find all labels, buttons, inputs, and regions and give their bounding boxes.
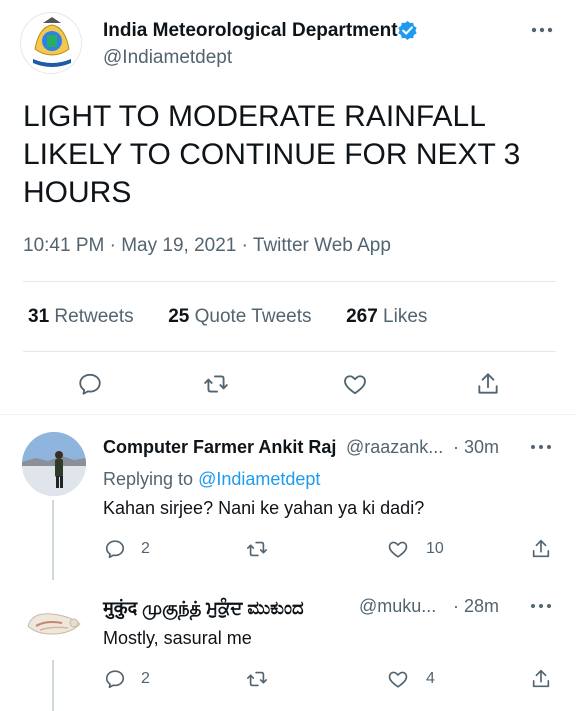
reply-author-name[interactable]: Computer Farmer Ankit Raj [103,437,336,458]
more-icon[interactable] [528,596,554,616]
like-icon[interactable] [387,538,409,560]
tweet-meta: 10:41 PM · May 19, 2021 · Twitter Web Ap… [23,235,391,257]
retweet-icon[interactable] [246,538,268,560]
more-icon[interactable] [528,437,554,457]
retweets-stat[interactable]: 31 Retweets [28,306,134,327]
replying-to-handle[interactable]: @Indiametdept [198,469,320,489]
tweet-text: LIGHT TO MODERATE RAINFALL LIKELY TO CON… [23,100,521,209]
like-count: 10 [426,540,444,557]
reply-avatar[interactable] [22,592,86,656]
like-icon[interactable] [387,668,409,690]
reply-avatar[interactable] [22,432,86,496]
author-avatar[interactable] [20,12,82,74]
like-icon[interactable] [342,371,368,397]
retweet-icon[interactable] [203,371,229,397]
reply-icon[interactable] [104,668,126,690]
meta-separator: · [109,235,116,256]
reply-time[interactable]: · 28m [453,596,499,617]
share-icon[interactable] [475,371,501,397]
reply-icon[interactable] [77,371,103,397]
share-icon[interactable] [530,668,552,690]
reply-author-handle[interactable]: @raazank... [346,437,443,458]
reply-author-name[interactable]: मुकुंद முகுந்த் ਮੁਕੁੰਦ ಮುಕುಂದ [103,596,304,621]
reply-text: Kahan sirjee? Nani ke yahan ya ki dadi? [103,498,425,518]
divider [0,414,576,415]
quote-tweets-stat[interactable]: 25 Quote Tweets [168,306,311,327]
author-name[interactable]: India Meteorological Department [103,20,398,42]
tweet-stats: 31 Retweets 25 Quote Tweets 267 Likes [28,306,427,328]
more-icon[interactable] [528,20,556,40]
like-count: 4 [426,670,435,687]
divider [23,351,556,352]
replying-prefix: Replying to [103,469,194,489]
tweet-source[interactable]: Twitter Web App [253,235,391,256]
retweet-icon[interactable] [246,668,268,690]
reply-author-handle[interactable]: @muku... [359,596,436,617]
thread-line [52,500,54,580]
meta-separator: · [241,235,248,256]
thread-line [52,660,54,711]
reply-count: 2 [141,540,150,557]
verified-badge-icon [397,20,418,41]
reply-text: Mostly, sasural me [103,628,252,648]
author-handle[interactable]: @Indiametdept [103,47,232,69]
tweet-date[interactable]: May 19, 2021 [121,235,236,256]
reply-time[interactable]: · 30m [453,437,499,458]
reply-count: 2 [141,670,150,687]
likes-stat[interactable]: 267 Likes [346,306,427,327]
reply-icon[interactable] [104,538,126,560]
replying-to: Replying to @Indiametdept [103,469,320,490]
divider [23,281,556,282]
share-icon[interactable] [530,538,552,560]
tweet-time[interactable]: 10:41 PM [23,235,104,256]
